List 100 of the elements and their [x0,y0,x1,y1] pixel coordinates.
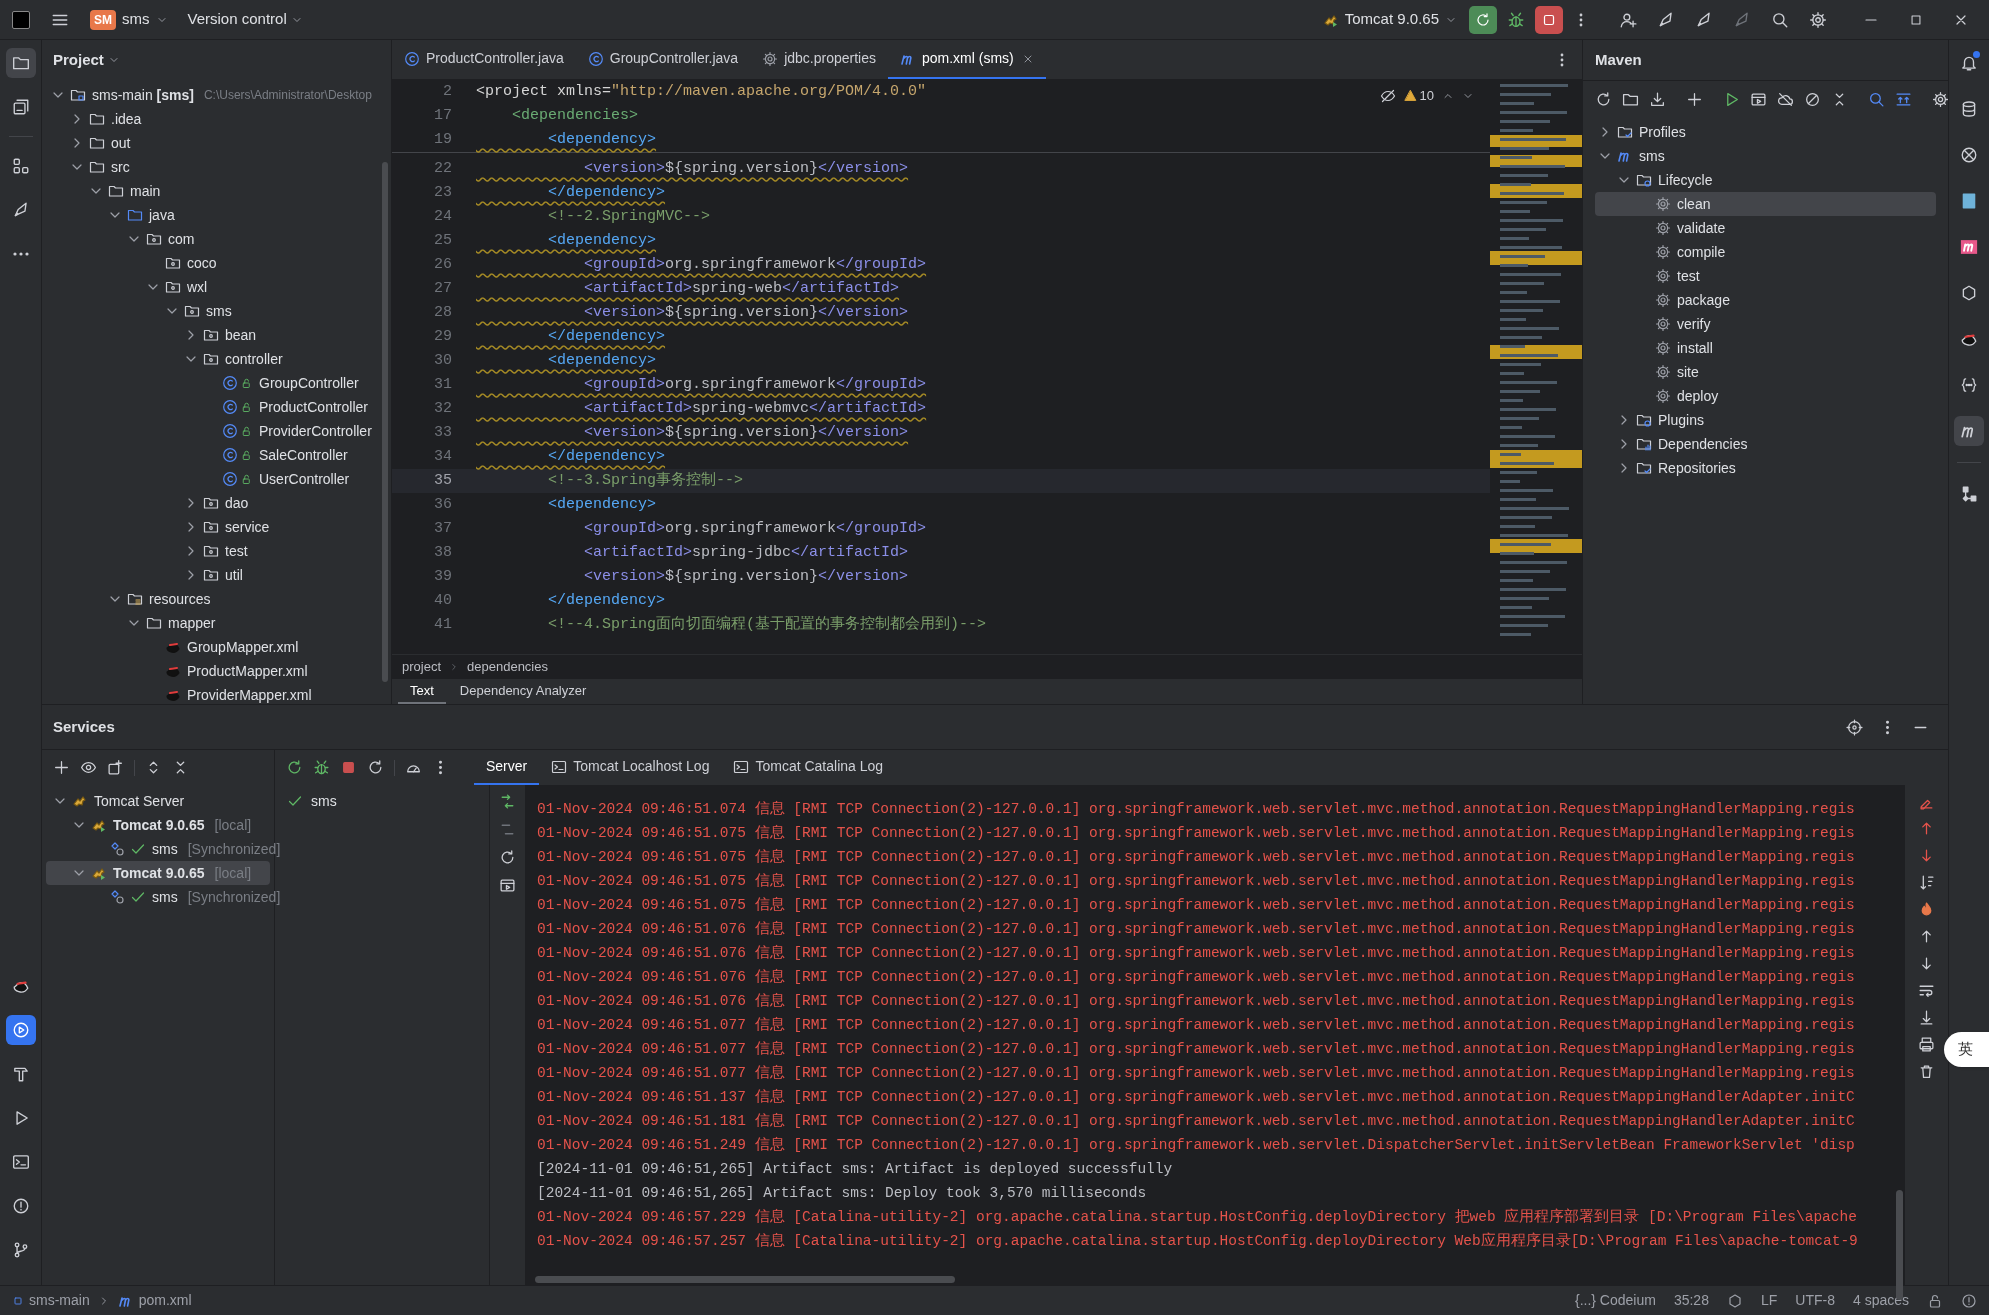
view-tab[interactable]: Dependency Analyzer [447,679,599,704]
editor-tab[interactable]: jdbc.properties [750,40,888,79]
tree-item[interactable]: Dependencies [1595,432,1936,456]
tree-item[interactable]: Repositories [1595,456,1936,480]
tree-item[interactable]: ProviderController [42,419,391,443]
reload-icon[interactable] [1595,91,1612,108]
status-item[interactable]: 35:28 [1673,1290,1709,1311]
folder-refresh-icon[interactable] [1622,91,1639,108]
tree-item[interactable]: deploy [1595,384,1936,408]
project-selector[interactable]: sms [122,8,150,31]
tree-item[interactable]: Profiles [1595,120,1936,144]
project-button[interactable] [5,48,36,78]
status-item[interactable]: LF [1760,1290,1778,1311]
tree-item[interactable]: compile [1595,240,1936,264]
deploy-icon[interactable] [499,793,516,810]
add-icon[interactable] [53,759,70,776]
analyze-icon[interactable] [1868,91,1885,108]
tree-item[interactable]: .idea [42,107,391,131]
settings-icon[interactable] [1809,10,1827,29]
tree-item[interactable]: mapper [42,611,391,635]
tree-item[interactable]: sms [Synchronized] [46,885,281,909]
panel-title[interactable]: Project [53,48,104,72]
scrollbar[interactable] [535,1276,955,1283]
debug-icon[interactable] [1507,10,1525,29]
download-icon[interactable] [1649,91,1666,108]
tree-item[interactable]: wxl [42,275,391,299]
target-icon[interactable] [1846,718,1863,736]
tree-item[interactable]: controller [42,347,391,371]
stop-icon[interactable] [340,759,357,776]
maximize-icon[interactable] [1909,12,1923,27]
tree-item[interactable]: GroupMapper.xml [42,635,391,659]
vcs-selector[interactable]: Version control [187,8,287,31]
tree-item[interactable]: clean [1595,192,1936,216]
run-config-selector[interactable]: Tomcat 9.0.65 [1344,8,1439,31]
tree-item[interactable]: main [42,179,391,203]
tree-item[interactable]: out [42,131,391,155]
artifact-window-icon[interactable] [499,877,516,894]
tree-item[interactable]: sms-main [sms] C:\Users\Administrator\Desktop [42,83,391,107]
warning-counter[interactable]: 10 [1403,86,1434,106]
breadcrumb-item[interactable]: pom.xml [117,1290,192,1311]
breadcrumb-item[interactable]: project [402,657,442,677]
tree-item[interactable]: validate [1595,216,1936,240]
tree-item[interactable]: sms [1595,144,1936,168]
tree-item[interactable]: src [42,155,391,179]
eye-icon[interactable] [80,759,97,776]
rerun-button[interactable] [1469,5,1497,34]
print-icon[interactable] [1918,1036,1935,1053]
ime-indicator[interactable]: 英 [1944,1032,1989,1067]
services-tab[interactable]: Tomcat Catalina Log [721,750,896,785]
deployment-item[interactable]: sms [287,789,489,813]
maven-button[interactable] [1954,416,1984,446]
scrollbar[interactable] [382,162,388,682]
app-logo[interactable] [12,10,30,29]
delete-icon[interactable] [1918,1063,1935,1080]
tree-item[interactable]: bean [42,323,391,347]
tree-item[interactable]: coco [42,251,391,275]
tree-item[interactable]: sms [Synchronized] [46,837,281,861]
tree-item[interactable]: verify [1595,312,1936,336]
tree-item[interactable]: resources [42,587,391,611]
tree-item[interactable]: test [1595,264,1936,288]
restart-icon[interactable] [367,759,384,776]
status-item[interactable]: UTF-8 [1795,1290,1835,1311]
tree-item[interactable]: ProviderMapper.xml [42,683,391,704]
breadcrumb-item[interactable]: dependencies [467,657,548,677]
run-window-icon[interactable] [1750,91,1767,108]
tree-item[interactable]: service [42,515,391,539]
debug-rerun-icon[interactable] [313,759,330,776]
status-item[interactable]: {...} Codeium [1574,1290,1656,1311]
tree-item[interactable]: GroupController [42,371,391,395]
tree-item[interactable]: Plugins [1595,408,1936,432]
editor-tab[interactable]: GroupController.java [575,40,751,79]
tree-item[interactable]: package [1595,288,1936,312]
tree-item[interactable]: install [1595,336,1936,360]
services-button[interactable] [5,1015,36,1045]
editor-tab[interactable]: pom.xml (sms) [888,40,1046,79]
tree-item[interactable]: Tomcat 9.0.65 [local] [46,813,270,837]
tree-item[interactable]: java [42,203,391,227]
tree-item[interactable]: ProductController [42,395,391,419]
new-group-icon[interactable] [107,759,124,776]
tree-item[interactable]: dao [42,491,391,515]
tree-item[interactable]: Tomcat Server [46,789,270,813]
tree-item[interactable]: sms [42,299,391,323]
view-tab[interactable]: Text [398,679,446,704]
editor-tab[interactable]: ProductController.java [392,40,576,79]
services-tab[interactable]: Tomcat Localhost Log [539,750,722,785]
breadcrumb-item[interactable]: sms-main [12,1290,90,1311]
tree-item[interactable]: ProductMapper.xml [42,659,391,683]
expand-icon[interactable] [1895,91,1912,108]
add-icon[interactable] [1686,91,1703,108]
offline-icon[interactable] [1777,91,1794,108]
problems-icon[interactable] [1961,1292,1977,1309]
settings-icon[interactable] [1932,91,1949,108]
stop-button[interactable] [1535,5,1563,34]
hidden-eye-icon[interactable] [1379,87,1396,104]
tree-item[interactable]: com [42,227,391,251]
tree-item[interactable]: util [42,563,391,587]
scroll-end-icon[interactable] [1918,1009,1935,1026]
rerun-icon[interactable] [286,759,303,776]
tree-item[interactable]: site [1595,360,1936,384]
tree-item[interactable]: UserController [42,467,391,491]
